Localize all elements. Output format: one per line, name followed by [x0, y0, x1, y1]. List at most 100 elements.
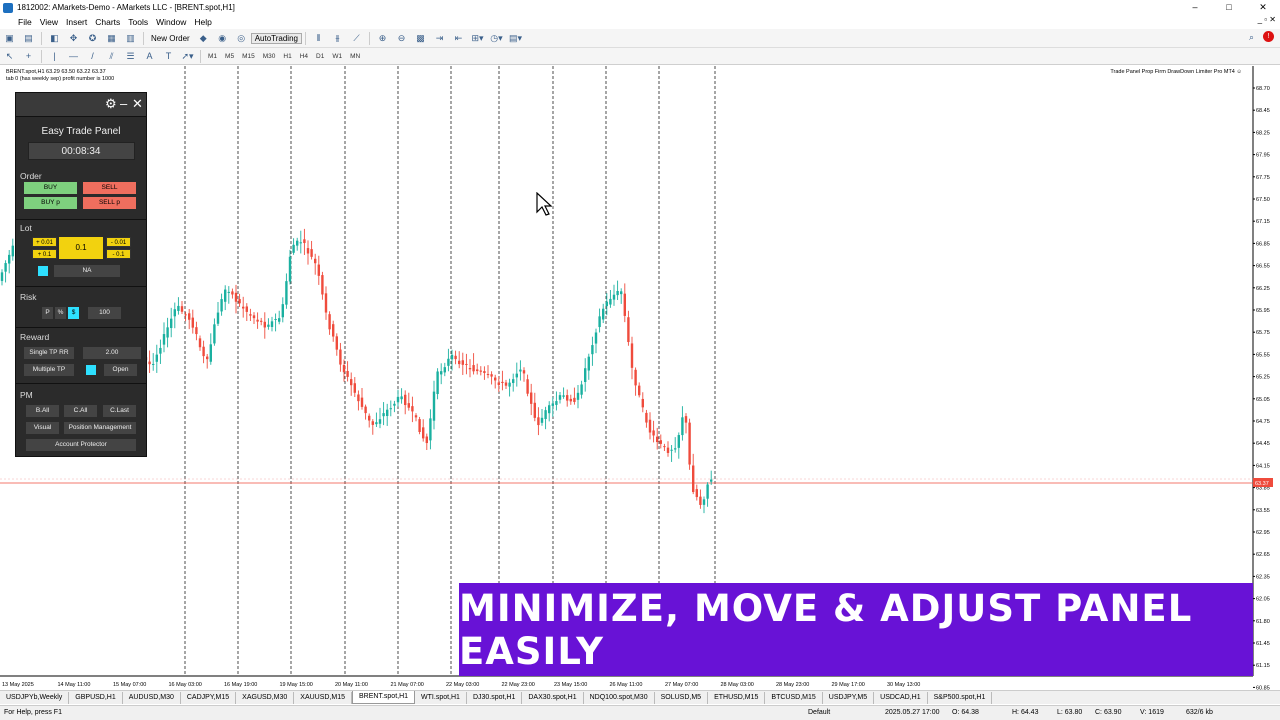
- zoom-out-icon[interactable]: ⊖: [395, 32, 408, 45]
- market-watch-icon[interactable]: ◧: [48, 32, 61, 45]
- metaeditor-icon[interactable]: ◆: [197, 32, 210, 45]
- close-last-button[interactable]: C.Last: [103, 405, 136, 417]
- chart-tab[interactable]: GBPUSD,H1: [69, 691, 123, 704]
- tile-windows-icon[interactable]: ▩: [414, 32, 427, 45]
- chart-shift-icon[interactable]: ⇥: [433, 32, 446, 45]
- timeframe-h4[interactable]: H4: [300, 53, 308, 60]
- risk-dollar-button[interactable]: $: [68, 307, 79, 319]
- fibonacci-icon[interactable]: ☰: [124, 50, 137, 63]
- vertical-line-icon[interactable]: |: [48, 50, 61, 63]
- lot-minus-01-button[interactable]: - 0.1: [106, 249, 131, 259]
- single-tp-rr-field[interactable]: 2.00: [83, 347, 141, 359]
- terminal-icon[interactable]: ▦: [105, 32, 118, 45]
- signals-icon[interactable]: ◉: [216, 32, 229, 45]
- chart-tab[interactable]: USDJPY,M5: [823, 691, 875, 704]
- chart-tab[interactable]: BTCUSD,M15: [765, 691, 823, 704]
- risk-value-field[interactable]: 100: [88, 307, 121, 319]
- close-panel-icon[interactable]: ✕: [132, 96, 143, 112]
- settings-icon[interactable]: ⚙: [105, 96, 117, 112]
- channel-icon[interactable]: ⫽: [105, 50, 118, 63]
- chart-tab[interactable]: BRENT.spot,H1: [352, 691, 416, 704]
- maximize-button[interactable]: □: [1212, 0, 1246, 15]
- chart-tab[interactable]: SOLUSD,M5: [655, 691, 709, 704]
- chart-tab[interactable]: AUDUSD,M30: [123, 691, 181, 704]
- menu-tools[interactable]: Tools: [128, 17, 148, 27]
- profiles-icon[interactable]: ▤: [22, 32, 35, 45]
- alert-icon[interactable]: !: [1263, 31, 1274, 42]
- horizontal-line-icon[interactable]: —: [67, 50, 80, 63]
- chart-tab[interactable]: USDJPYb,Weekly: [0, 691, 70, 704]
- single-tp-button[interactable]: Single TP RR: [24, 347, 74, 359]
- account-protector-button[interactable]: Account Protector: [26, 439, 136, 451]
- timeframe-m5[interactable]: M5: [225, 53, 234, 60]
- autotrading-button[interactable]: AutoTrading: [250, 32, 302, 44]
- search-icon[interactable]: ⌕: [1249, 32, 1254, 43]
- lot-plus-01-button[interactable]: + 0.1: [32, 249, 57, 259]
- cursor-icon[interactable]: ↖: [3, 50, 16, 63]
- lot-mode-toggle[interactable]: [38, 266, 48, 276]
- lot-minus-001-button[interactable]: - 0.01: [106, 237, 131, 247]
- timeframe-w1[interactable]: W1: [332, 53, 342, 60]
- indicators-icon[interactable]: ⊞▾: [471, 32, 484, 45]
- mdi-controls[interactable]: _ ▫ ✕: [1258, 15, 1276, 24]
- lot-na-field[interactable]: NA: [54, 265, 120, 277]
- chart-tab[interactable]: XAGUSD,M30: [236, 691, 295, 704]
- chart-tab[interactable]: NDQ100.spot,M30: [584, 691, 655, 704]
- close-all-button[interactable]: C.All: [64, 405, 97, 417]
- data-window-icon[interactable]: ✥: [67, 32, 80, 45]
- timeframe-m15[interactable]: M15: [242, 53, 255, 60]
- sell-pending-button[interactable]: SELL p: [83, 197, 136, 209]
- tester-icon[interactable]: ▥: [124, 32, 137, 45]
- chart-tab[interactable]: ETHUSD,M15: [708, 691, 766, 704]
- buy-pending-button[interactable]: BUY p: [24, 197, 77, 209]
- risk-points-button[interactable]: P: [42, 307, 53, 319]
- templates-icon[interactable]: ▤▾: [509, 32, 522, 45]
- buy-all-button[interactable]: B.All: [26, 405, 59, 417]
- autoscroll-icon[interactable]: ⇤: [452, 32, 465, 45]
- minimize-panel-icon[interactable]: –: [120, 96, 127, 112]
- minimize-button[interactable]: –: [1178, 0, 1212, 15]
- chart-tab[interactable]: CADJPY,M15: [181, 691, 237, 704]
- chart-tab[interactable]: DAX30.spot,H1: [522, 691, 584, 704]
- timeframe-m1[interactable]: M1: [208, 53, 217, 60]
- multiple-tp-open-button[interactable]: Open: [104, 364, 137, 376]
- position-management-button[interactable]: Position Management: [64, 422, 136, 434]
- new-chart-icon[interactable]: ▣: [3, 32, 16, 45]
- lot-plus-001-button[interactable]: + 0.01: [32, 237, 57, 247]
- periods-icon[interactable]: ◷▾: [490, 32, 503, 45]
- menu-insert[interactable]: Insert: [66, 17, 87, 27]
- candlestick-icon[interactable]: ⫵: [331, 32, 344, 45]
- bar-chart-icon[interactable]: ⫴: [312, 32, 325, 45]
- sell-button[interactable]: SELL: [83, 182, 136, 194]
- navigator-icon[interactable]: ✪: [86, 32, 99, 45]
- market-icon[interactable]: ◎: [235, 32, 248, 45]
- trendline-icon[interactable]: /: [86, 50, 99, 63]
- panel-header[interactable]: ⚙ – ✕: [16, 93, 146, 117]
- timeframe-d1[interactable]: D1: [316, 53, 324, 60]
- chart-tab[interactable]: USDCAD,H1: [874, 691, 928, 704]
- menu-file[interactable]: File: [18, 17, 32, 27]
- label-icon[interactable]: T: [162, 50, 175, 63]
- arrows-icon[interactable]: ➚▾: [181, 50, 194, 63]
- risk-percent-button[interactable]: %: [55, 307, 66, 319]
- chart-tab[interactable]: XAUUSD,M15: [294, 691, 353, 704]
- menu-help[interactable]: Help: [194, 17, 211, 27]
- crosshair-icon[interactable]: +: [22, 50, 35, 63]
- menu-window[interactable]: Window: [156, 17, 186, 27]
- timeframe-h1[interactable]: H1: [283, 53, 291, 60]
- line-chart-icon[interactable]: ⟋: [350, 32, 363, 45]
- chart-tab[interactable]: DJ30.spot,H1: [467, 691, 523, 704]
- zoom-in-icon[interactable]: ⊕: [376, 32, 389, 45]
- easy-trade-panel[interactable]: ⚙ – ✕ Easy Trade Panel 00:08:34 Order BU…: [15, 92, 147, 457]
- lot-value[interactable]: 0.1: [59, 237, 103, 259]
- chart-tab[interactable]: WTI.spot,H1: [415, 691, 467, 704]
- close-button[interactable]: ✕: [1246, 0, 1280, 15]
- menu-view[interactable]: View: [40, 17, 58, 27]
- buy-button[interactable]: BUY: [24, 182, 77, 194]
- chart-tab[interactable]: S&P500.spot,H1: [928, 691, 993, 704]
- multiple-tp-toggle[interactable]: [86, 365, 96, 375]
- timeframe-mn[interactable]: MN: [350, 53, 360, 60]
- multiple-tp-button[interactable]: Multiple TP: [24, 364, 74, 376]
- new-order-button[interactable]: New Order: [147, 33, 194, 44]
- timeframe-m30[interactable]: M30: [263, 53, 276, 60]
